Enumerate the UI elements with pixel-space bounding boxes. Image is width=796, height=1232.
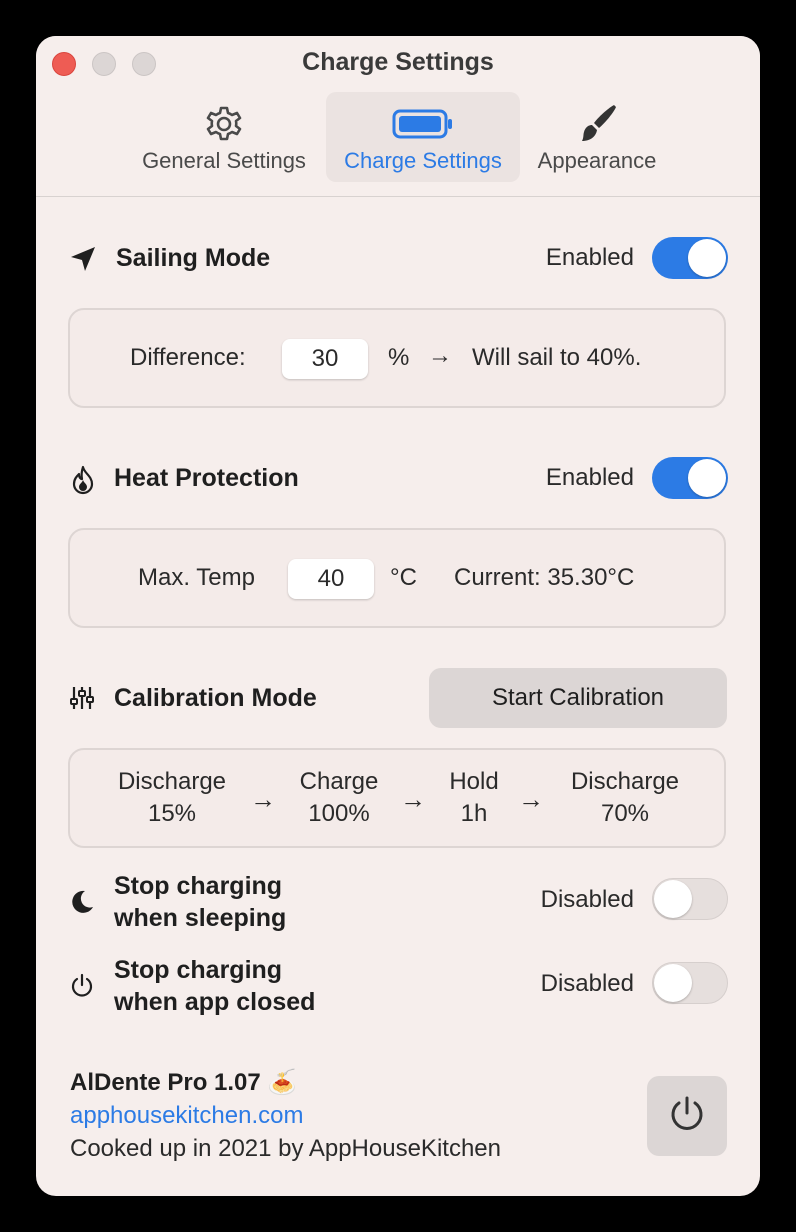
step-label: Charge	[299, 768, 379, 795]
calibration-step-4: Discharge 70%	[550, 766, 700, 830]
app-version: AlDente Pro 1.07 🍝	[70, 1068, 297, 1097]
tab-label: General Settings	[142, 148, 306, 173]
tab-general-settings[interactable]: General Settings	[132, 92, 316, 182]
stop-sleeping-status: Disabled	[540, 886, 634, 913]
title-bar: Charge Settings General Settings Charge …	[36, 36, 760, 197]
max-temp-input[interactable]: 40	[288, 559, 374, 599]
sail-result-text: Will sail to 40%.	[472, 344, 642, 371]
stop-closed-line1: Stop charging	[114, 956, 283, 984]
calibration-mode-title: Calibration Mode	[114, 684, 317, 712]
power-icon	[665, 1092, 709, 1141]
calibration-step-1: Discharge 15%	[94, 766, 250, 830]
step-label: Discharge	[117, 768, 227, 795]
difference-label: Difference:	[130, 344, 246, 371]
credit-text: Cooked up in 2021 by AppHouseKitchen	[70, 1135, 501, 1162]
website-link[interactable]: apphousekitchen.com	[70, 1102, 303, 1130]
sliders-icon	[68, 684, 96, 712]
heat-protection-panel: Max. Temp 40 °C Current: 35.30°C	[68, 528, 726, 628]
tab-charge-settings[interactable]: Charge Settings	[326, 92, 520, 182]
location-arrow-icon	[68, 244, 98, 274]
step-value: 100%	[308, 800, 370, 827]
moon-icon	[68, 888, 96, 916]
step-label: Discharge	[570, 768, 680, 795]
window-title: Charge Settings	[302, 48, 494, 76]
gear-icon	[132, 102, 316, 146]
step-label: Hold	[449, 768, 499, 795]
power-icon	[68, 972, 96, 1000]
arrow-right-icon: →	[250, 784, 276, 814]
tab-label: Charge Settings	[344, 148, 502, 173]
stop-closed-toggle[interactable]	[652, 962, 728, 1004]
paintbrush-icon	[526, 102, 668, 146]
settings-window: Charge Settings General Settings Charge …	[36, 36, 760, 1196]
battery-icon	[326, 102, 520, 146]
start-calibration-button[interactable]: Start Calibration	[429, 668, 727, 728]
max-temp-label: Max. Temp	[138, 564, 255, 591]
arrow-right-icon: →	[400, 784, 426, 814]
app-version-text: AlDente Pro 1.07	[70, 1069, 261, 1096]
arrow-right-icon: →	[518, 784, 544, 814]
flame-icon	[68, 464, 98, 496]
stop-sleeping-line2: when sleeping	[114, 904, 287, 932]
tab-label: Appearance	[537, 148, 657, 173]
stop-closed-title: Stop charging when app closed	[114, 954, 315, 1018]
sailing-mode-status: Enabled	[545, 244, 634, 271]
stop-closed-status: Disabled	[540, 970, 634, 997]
calibration-step-3: Hold 1h	[434, 766, 514, 830]
sailing-mode-title: Sailing Mode	[116, 244, 271, 272]
sailing-mode-toggle[interactable]	[652, 237, 728, 279]
tab-appearance[interactable]: Appearance	[526, 92, 668, 182]
difference-input[interactable]: 30	[282, 339, 368, 379]
stop-sleeping-line1: Stop charging	[114, 872, 283, 900]
sailing-mode-panel: Difference: 30 % → Will sail to 40%.	[68, 308, 726, 408]
current-temp-text: Current: 35.30°C	[454, 564, 635, 591]
heat-protection-status: Enabled	[545, 464, 634, 491]
quit-button[interactable]	[647, 1076, 727, 1156]
heat-protection-title: Heat Protection	[114, 464, 299, 492]
stop-closed-line2: when app closed	[114, 988, 316, 1016]
step-value: 15%	[147, 800, 197, 827]
max-temp-unit: °C	[390, 564, 417, 591]
calibration-steps-panel: Discharge 15% → Charge 100% → Hold 1h → …	[68, 748, 726, 848]
arrow-right-icon: →	[428, 342, 452, 369]
spaghetti-emoji-icon: 🍝	[267, 1069, 298, 1096]
stop-sleeping-title: Stop charging when sleeping	[114, 870, 286, 934]
calibration-step-2: Charge 100%	[284, 766, 394, 830]
difference-unit: %	[388, 344, 410, 371]
stop-sleeping-toggle[interactable]	[652, 878, 728, 920]
heat-protection-toggle[interactable]	[652, 457, 728, 499]
step-value: 70%	[600, 800, 650, 827]
step-value: 1h	[460, 800, 488, 827]
